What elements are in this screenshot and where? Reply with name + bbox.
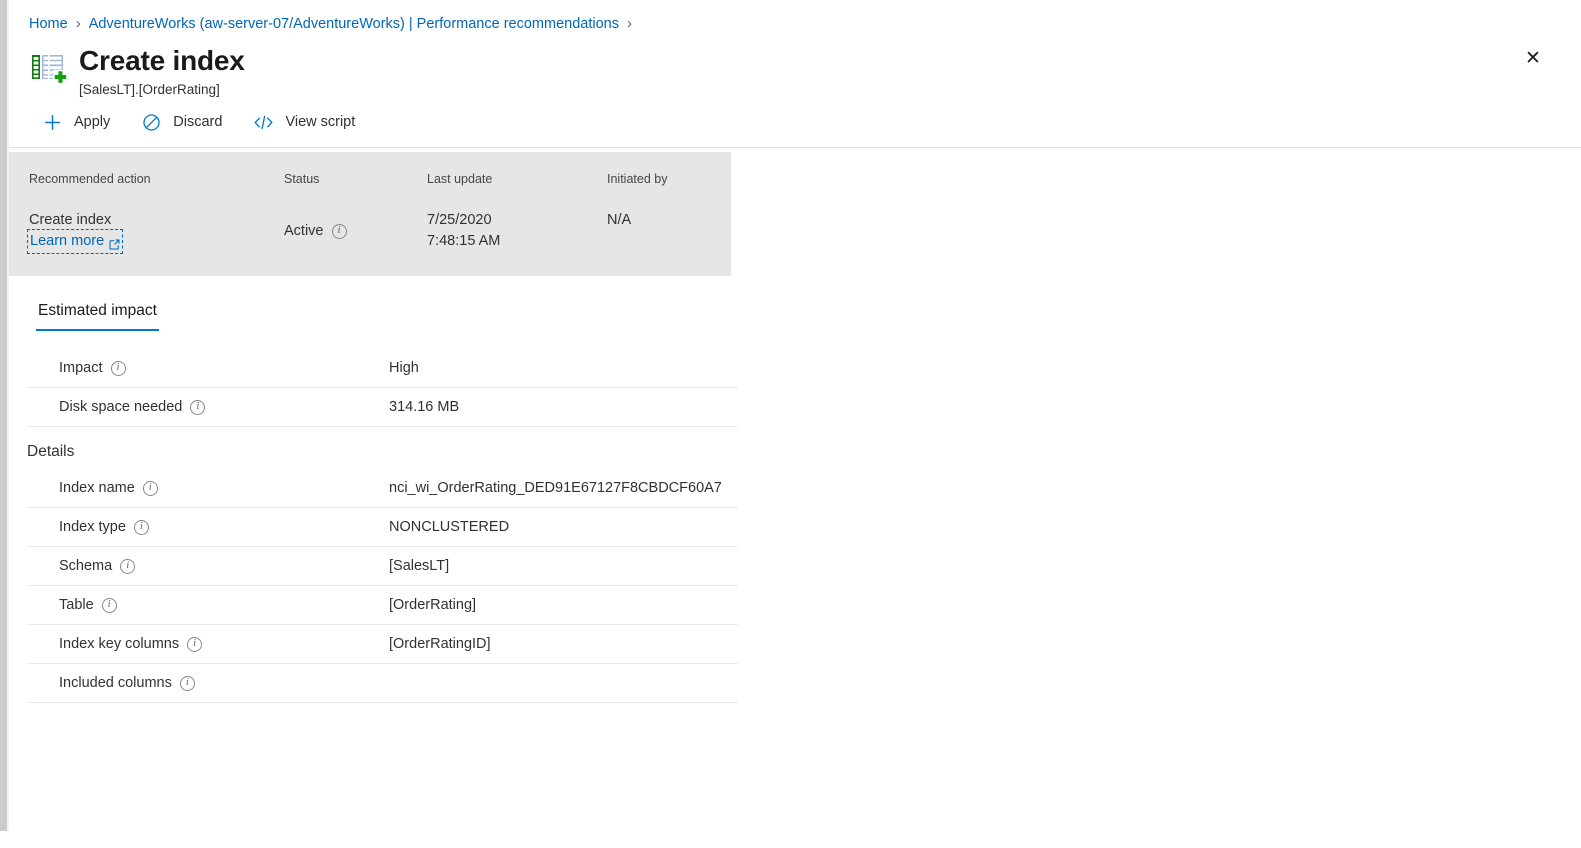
recommendation-summary-grid: Recommended action Status Last update In… <box>26 170 731 254</box>
create-index-blade: Home › AdventureWorks (aw-server-07/Adve… <box>9 0 1581 848</box>
row-label-table: Table i <box>27 597 389 613</box>
details-table: Index name i nci_wi_OrderRating_DED91E67… <box>27 469 738 703</box>
tab-list: Estimated impact <box>9 276 1581 331</box>
included-columns-info-icon[interactable]: i <box>179 675 195 691</box>
breadcrumb-item-home[interactable]: Home <box>29 14 68 34</box>
row-label-impact: Impact i <box>27 360 389 376</box>
recommended-action-value: Create index <box>29 212 112 228</box>
code-icon <box>252 111 274 133</box>
row-value-index-type: NONCLUSTERED <box>389 519 510 535</box>
status-cell: Active i <box>284 210 427 252</box>
table-info-icon[interactable]: i <box>101 597 117 613</box>
row-label-text: Index key columns <box>59 636 180 652</box>
column-header-last-update: Last update <box>427 172 493 186</box>
row-label-index-type: Index type i <box>27 519 389 535</box>
table-row: Index name i nci_wi_OrderRating_DED91E67… <box>27 469 738 508</box>
row-label-text: Index name <box>59 480 135 496</box>
row-label-included-columns: Included columns i <box>27 675 389 691</box>
impact-info-icon[interactable]: i <box>110 360 126 376</box>
estimated-impact-table: Impact i High Disk space needed i 314.16… <box>27 349 738 427</box>
initiated-by-cell: N/A <box>607 212 632 228</box>
blade-header: Create index [SalesLT].[OrderRating] ✕ <box>9 34 1581 99</box>
discard-button[interactable]: Discard <box>138 107 236 137</box>
schema-info-icon[interactable]: i <box>120 558 136 574</box>
blade-left-edge <box>0 0 7 831</box>
row-label-text: Impact <box>59 360 103 376</box>
index-name-info-icon[interactable]: i <box>142 480 158 496</box>
create-index-table-icon <box>29 50 67 88</box>
last-update-cell: 7/25/2020 7:48:15 AM <box>427 210 607 252</box>
column-header-status: Status <box>284 172 320 186</box>
column-header-initiated-by: Initiated by <box>607 172 668 186</box>
row-label-text: Included columns <box>59 675 172 691</box>
index-key-columns-info-icon[interactable]: i <box>187 636 203 652</box>
title-group: Create index [SalesLT].[OrderRating] <box>79 44 245 99</box>
last-update-time: 7:48:15 AM <box>427 233 501 249</box>
row-label-text: Disk space needed <box>59 399 183 415</box>
column-header-recommended-action: Recommended action <box>29 172 151 186</box>
table-row: Disk space needed i 314.16 MB <box>27 388 738 427</box>
last-update-date: 7/25/2020 <box>427 212 492 228</box>
page-subtitle: [SalesLT].[OrderRating] <box>79 82 220 97</box>
apply-button-label: Apply <box>74 114 111 130</box>
external-link-icon <box>109 236 120 250</box>
details-section-title: Details <box>27 443 75 460</box>
row-value-index-key-columns: [OrderRatingID] <box>389 636 491 652</box>
table-row: Impact i High <box>27 349 738 388</box>
table-row: Included columns i <box>27 664 738 703</box>
breadcrumb-item-adventureworks[interactable]: AdventureWorks (aw-server-07/AdventureWo… <box>89 14 619 34</box>
row-value-impact: High <box>389 360 419 376</box>
row-label-text: Schema <box>59 558 113 574</box>
row-label-schema: Schema i <box>27 558 389 574</box>
plus-icon <box>41 111 63 133</box>
recommended-action-cell: Create index Learn more <box>26 210 284 254</box>
close-icon[interactable]: ✕ <box>1517 42 1549 74</box>
table-row: Table i [OrderRating] <box>27 586 738 625</box>
table-row: Index key columns i [OrderRatingID] <box>27 625 738 664</box>
row-value-table: [OrderRating] <box>389 597 477 613</box>
row-label-index-key-columns: Index key columns i <box>27 636 389 652</box>
apply-button[interactable]: Apply <box>39 107 124 137</box>
row-value-index-name: nci_wi_OrderRating_DED91E67127F8CBDCF60A… <box>389 480 722 496</box>
breadcrumb: Home › AdventureWorks (aw-server-07/Adve… <box>9 0 1581 34</box>
circle-slash-icon <box>140 111 162 133</box>
row-label-disk-space-needed: Disk space needed i <box>27 399 389 415</box>
tab-estimated-impact[interactable]: Estimated impact <box>36 302 159 331</box>
status-info-icon[interactable]: i <box>331 223 347 239</box>
view-script-button[interactable]: View script <box>250 107 369 137</box>
row-value-disk-space-needed: 314.16 MB <box>389 399 460 415</box>
status-value: Active <box>284 222 324 239</box>
discard-button-label: Discard <box>173 114 223 130</box>
table-row: Index type i NONCLUSTERED <box>27 508 738 547</box>
learn-more-link[interactable]: Learn more <box>26 229 124 254</box>
disk-space-info-icon[interactable]: i <box>190 399 206 415</box>
row-label-index-name: Index name i <box>27 480 389 496</box>
row-label-text: Index type <box>59 519 126 535</box>
learn-more-label: Learn more <box>30 233 105 249</box>
row-value-schema: [SalesLT] <box>389 558 450 574</box>
index-type-info-icon[interactable]: i <box>133 519 149 535</box>
page-title: Create index <box>79 45 245 76</box>
command-bar: Apply Discard View script <box>9 99 1581 148</box>
recommendation-summary-panel: Recommended action Status Last update In… <box>9 152 731 276</box>
view-script-button-label: View script <box>285 114 356 130</box>
table-row: Schema i [SalesLT] <box>27 547 738 586</box>
row-label-text: Table <box>59 597 94 613</box>
breadcrumb-separator-icon: › <box>75 15 81 32</box>
breadcrumb-trailing-separator-icon: › <box>626 15 632 32</box>
